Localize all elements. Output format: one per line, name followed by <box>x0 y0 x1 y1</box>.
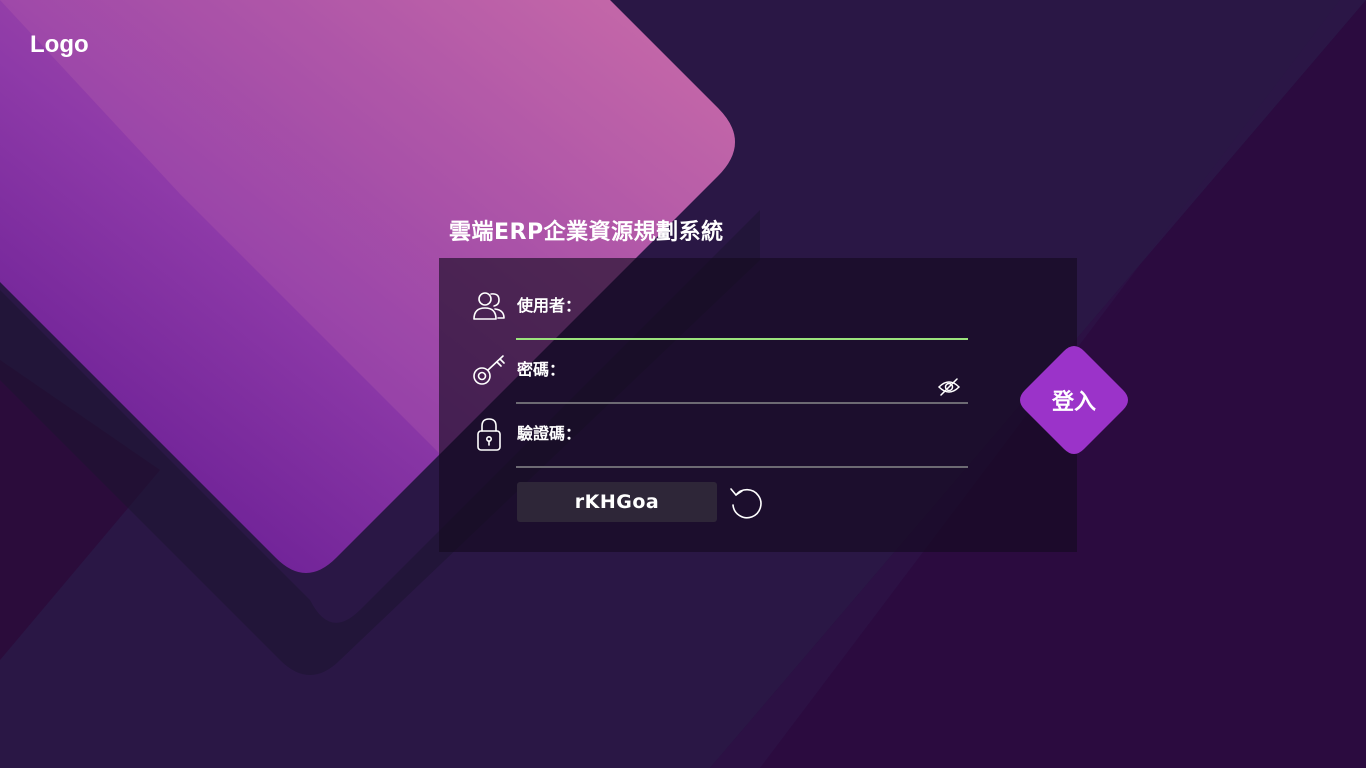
key-icon <box>473 355 505 385</box>
logo: Logo <box>30 31 89 58</box>
eye-slash-icon[interactable] <box>937 376 961 398</box>
login-button-label: 登入 <box>1051 390 1096 415</box>
login-button[interactable]: 登入 <box>1018 344 1130 456</box>
username-underline <box>516 338 968 340</box>
users-icon <box>473 292 505 320</box>
page-title: 雲端ERP企業資源規劃系統 <box>449 220 724 245</box>
password-input[interactable] <box>516 376 926 400</box>
captcha-input[interactable] <box>516 440 968 464</box>
lock-icon <box>477 418 501 451</box>
username-input[interactable] <box>516 312 968 336</box>
password-underline <box>516 402 968 404</box>
refresh-icon[interactable] <box>728 485 764 521</box>
captcha-code: rKHGoa <box>517 482 717 522</box>
captcha-underline <box>516 466 968 468</box>
